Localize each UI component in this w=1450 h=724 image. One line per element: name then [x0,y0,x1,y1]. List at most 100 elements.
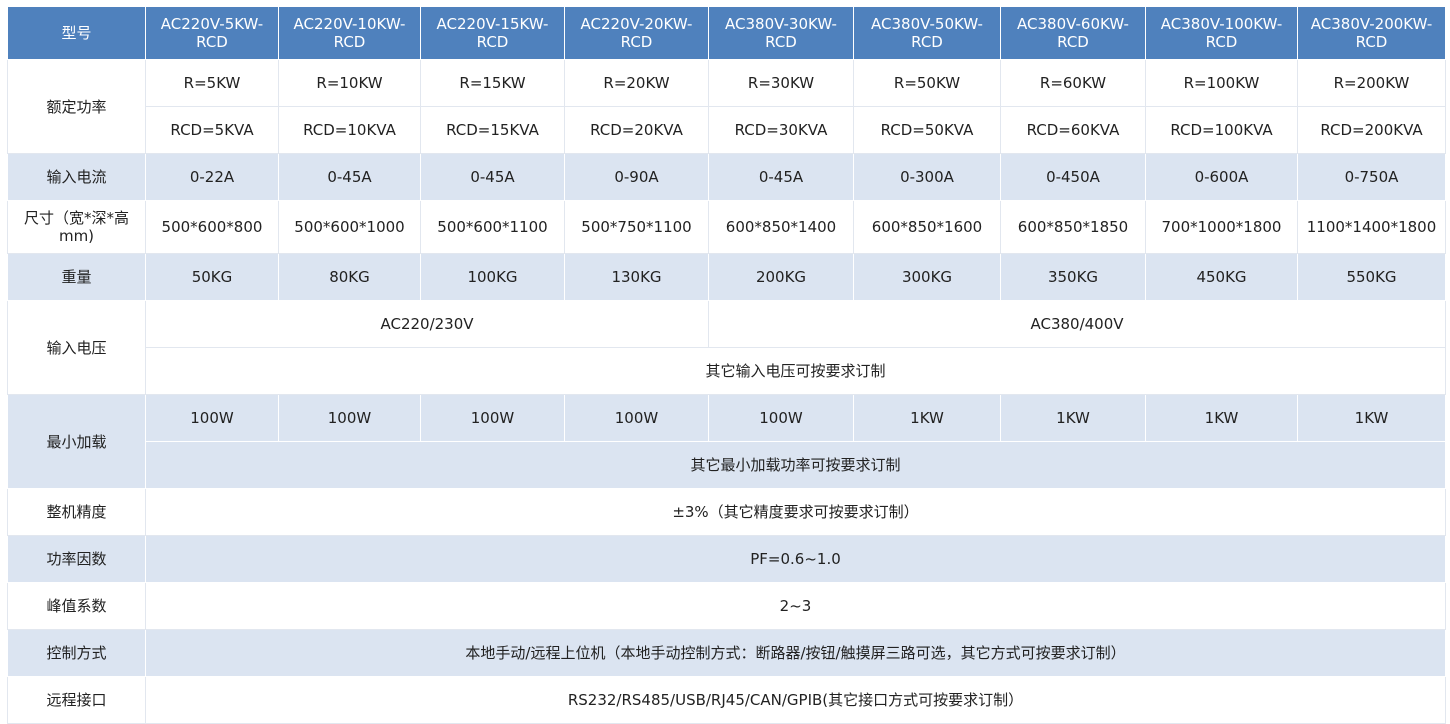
crest-factor-cell: 2~3 [145,582,1446,630]
input-voltage-label: 输入电压 [7,300,146,395]
model-header: AC380V-50KW-RCD [853,6,1001,60]
input-voltage-ac220-cell: AC220/230V [145,300,709,348]
min-load-cell: 100W [564,394,709,442]
dimensions-cell: 700*1000*1800 [1145,200,1298,254]
accuracy-row: 整机精度 ±3%（其它精度要求可按要求订制） [7,488,1446,536]
min-load-row: 最小加载 100W 100W 100W 100W 100W 1KW 1KW 1K… [7,394,1446,489]
min-load-cell: 100W [145,394,279,442]
input-current-cell: 0-750A [1297,153,1446,201]
input-voltage-ac380-cell: AC380/400V [708,300,1446,348]
dimensions-cell: 500*600*1000 [278,200,421,254]
model-header: AC220V-15KW-RCD [420,6,565,60]
weight-cell: 350KG [1000,253,1146,301]
control-mode-cell: 本地手动/远程上位机（本地手动控制方式：断路器/按钮/触摸屏三路可选，其它方式可… [145,629,1446,677]
power-factor-cell: PF=0.6~1.0 [145,535,1446,583]
header-row: 型号 AC220V-5KW-RCD AC220V-10KW-RCD AC220V… [7,6,1446,60]
input-current-cell: 0-45A [278,153,421,201]
min-load-cell: 1KW [1297,394,1446,442]
min-load-cell: 100W [708,394,854,442]
remote-interface-label: 远程接口 [7,676,146,724]
spec-table: 型号 AC220V-5KW-RCD AC220V-10KW-RCD AC220V… [7,6,1446,724]
input-voltage-note-row: 其它输入电压可按要求订制 [8,347,1446,395]
dimensions-cell: 500*600*1100 [420,200,565,254]
weight-cell: 450KG [1145,253,1298,301]
rated-power-rcd-cell: RCD=10KVA [278,106,421,154]
input-current-cell: 0-22A [145,153,279,201]
min-load-cell: 1KW [853,394,1001,442]
rated-power-rcd-cell: RCD=15KVA [420,106,565,154]
weight-label: 重量 [7,253,146,301]
input-current-cell: 0-45A [708,153,854,201]
rated-power-rcd-cell: RCD=200KVA [1297,106,1446,154]
input-current-cell: 0-90A [564,153,709,201]
rated-power-r-cell: R=100KW [1145,59,1298,107]
dimensions-label: 尺寸（宽*深*高mm) [7,200,146,254]
weight-cell: 200KG [708,253,854,301]
rated-power-rcd-cell: RCD=50KVA [853,106,1001,154]
dimensions-cell: 500*750*1100 [564,200,709,254]
control-mode-label: 控制方式 [7,629,146,677]
model-header: AC380V-60KW-RCD [1000,6,1146,60]
input-current-cell: 0-300A [853,153,1001,201]
weight-row: 重量 50KG 80KG 100KG 130KG 200KG 300KG 350… [7,253,1446,301]
dimensions-row: 尺寸（宽*深*高mm) 500*600*800 500*600*1000 500… [7,200,1446,254]
rated-power-rcd-cell: RCD=5KVA [145,106,279,154]
dimensions-cell: 500*600*800 [145,200,279,254]
input-current-cell: 0-45A [420,153,565,201]
rated-power-r-cell: R=15KW [420,59,565,107]
input-current-cell: 0-450A [1000,153,1146,201]
model-header: AC380V-200KW-RCD [1297,6,1446,60]
dimensions-cell: 1100*1400*1800 [1297,200,1446,254]
rated-power-rcd-cell: RCD=60KVA [1000,106,1146,154]
accuracy-cell: ±3%（其它精度要求可按要求订制） [145,488,1446,536]
model-header: AC220V-5KW-RCD [145,6,279,60]
rated-power-label: 额定功率 [7,59,146,154]
weight-cell: 100KG [420,253,565,301]
crest-factor-row: 峰值系数 2~3 [7,582,1446,630]
dimensions-cell: 600*850*1400 [708,200,854,254]
rated-power-rcd-cell: RCD=30KVA [708,106,854,154]
min-load-label: 最小加载 [7,394,146,489]
input-current-cell: 0-600A [1145,153,1298,201]
min-load-note-cell: 其它最小加载功率可按要求订制 [145,441,1446,489]
rated-power-r-cell: R=10KW [278,59,421,107]
rated-power-r-cell: R=20KW [564,59,709,107]
weight-cell: 50KG [145,253,279,301]
input-voltage-note-cell: 其它输入电压可按要求订制 [145,347,1446,395]
model-header: AC380V-30KW-RCD [708,6,854,60]
dimensions-cell: 600*850*1850 [1000,200,1146,254]
dimensions-cell: 600*850*1600 [853,200,1001,254]
min-load-note-row: 其它最小加载功率可按要求订制 [8,441,1446,489]
crest-factor-label: 峰值系数 [7,582,146,630]
remote-interface-cell: RS232/RS485/USB/RJ45/CAN/GPIB(其它接口方式可按要求… [145,676,1446,724]
input-current-label: 输入电流 [7,153,146,201]
model-header: AC220V-20KW-RCD [564,6,709,60]
min-load-cell: 100W [278,394,421,442]
rated-power-rcd-cell: RCD=20KVA [564,106,709,154]
min-load-cell: 1KW [1145,394,1298,442]
header-label: 型号 [7,6,146,60]
accuracy-label: 整机精度 [7,488,146,536]
rated-power-row: 额定功率 R=5KW R=10KW R=15KW R=20KW R=30KW R… [7,59,1446,154]
control-mode-row: 控制方式 本地手动/远程上位机（本地手动控制方式：断路器/按钮/触摸屏三路可选，… [7,629,1446,677]
rated-power-r-cell: R=30KW [708,59,854,107]
model-header: AC220V-10KW-RCD [278,6,421,60]
weight-cell: 130KG [564,253,709,301]
weight-cell: 300KG [853,253,1001,301]
rated-power-r-cell: R=5KW [145,59,279,107]
rated-power-r-cell: R=60KW [1000,59,1146,107]
input-voltage-row: 输入电压 AC220/230V AC380/400V [7,300,1446,395]
rated-power-rcd-cell: RCD=100KVA [1145,106,1298,154]
weight-cell: 550KG [1297,253,1446,301]
rated-power-r-cell: R=50KW [853,59,1001,107]
rated-power-rcd-row: RCD=5KVA RCD=10KVA RCD=15KVA RCD=20KVA R… [8,106,1446,154]
power-factor-label: 功率因数 [7,535,146,583]
min-load-cell: 1KW [1000,394,1146,442]
rated-power-r-cell: R=200KW [1297,59,1446,107]
remote-interface-row: 远程接口 RS232/RS485/USB/RJ45/CAN/GPIB(其它接口方… [7,676,1446,724]
min-load-cell: 100W [420,394,565,442]
weight-cell: 80KG [278,253,421,301]
model-header: AC380V-100KW-RCD [1145,6,1298,60]
power-factor-row: 功率因数 PF=0.6~1.0 [7,535,1446,583]
input-current-row: 输入电流 0-22A 0-45A 0-45A 0-90A 0-45A 0-300… [7,153,1446,201]
